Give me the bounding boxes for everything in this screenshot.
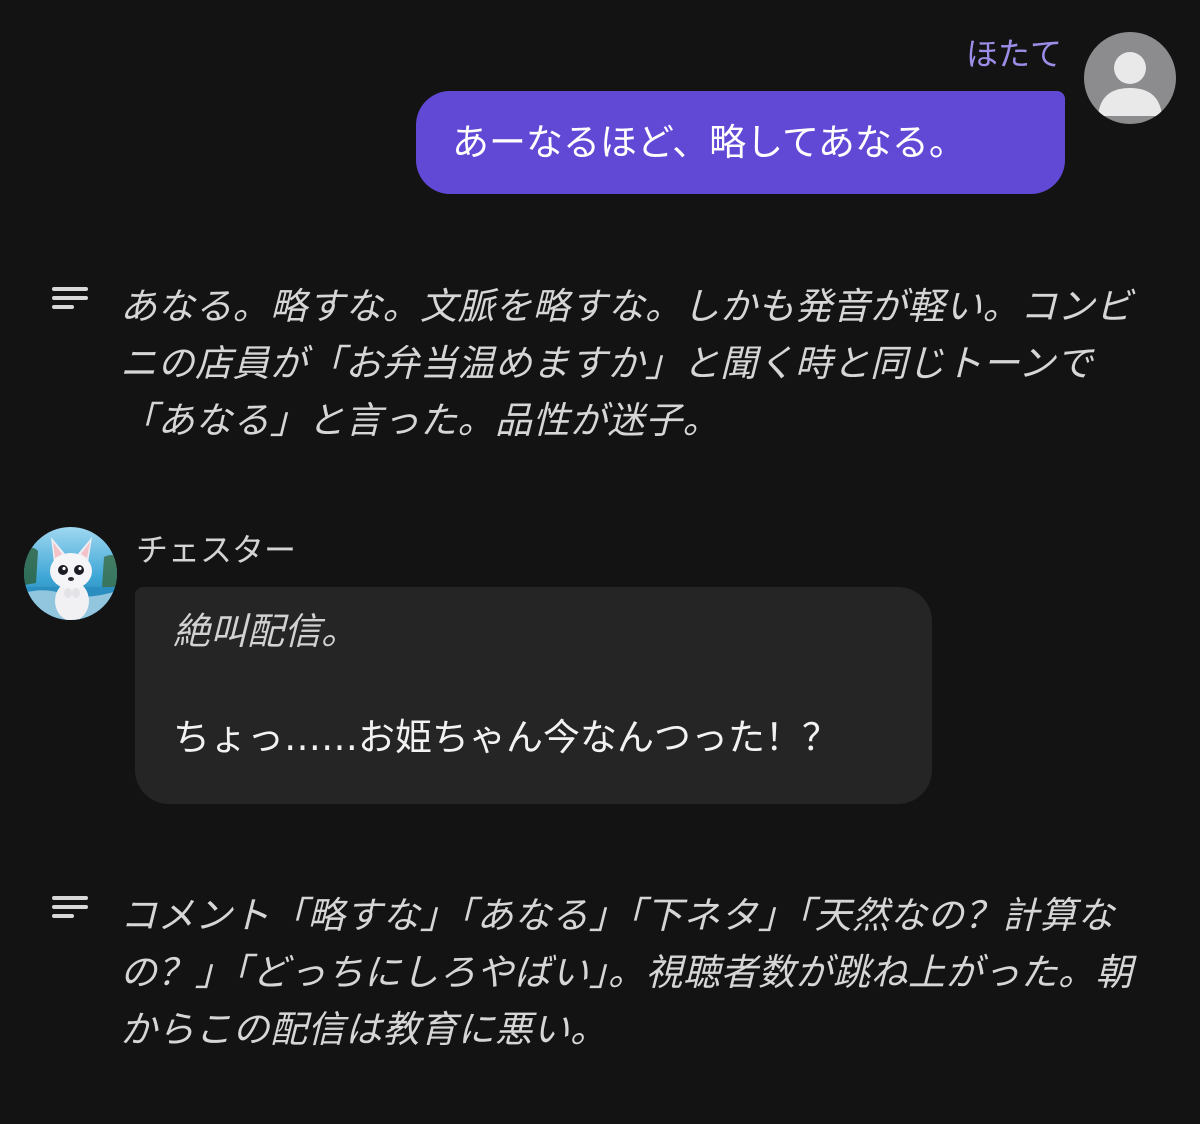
- chat-screen: ほたて あーなるほど、略してあなる。 あなる。略すな。文脈を略すな。しかも発音が…: [0, 0, 1200, 1124]
- narration-text-1: あなる。略すな。文脈を略すな。しかも発音が軽い。コンビニの店員が「お弁当温めます…: [120, 285, 1133, 442]
- user-avatar[interactable]: [1084, 32, 1176, 124]
- narration-block-2: コメント「略すな」「あなる」「下ネタ」「天然なの？計算なの？」「どっちにしろやば…: [52, 887, 1162, 1058]
- user-message-bubble: あーなるほど、略してあなる。: [416, 91, 1065, 194]
- narration-text-2: コメント「略すな」「あなる」「下ネタ」「天然なの？計算なの？」「どっちにしろやば…: [120, 894, 1133, 1051]
- narration-block-1: あなる。略すな。文脈を略すな。しかも発音が軽い。コンビニの店員が「お弁当温めます…: [52, 278, 1162, 449]
- person-silhouette-icon: [1098, 52, 1162, 116]
- user-name: ほたて: [965, 35, 1062, 73]
- narration-lines-icon: [52, 893, 90, 921]
- white-dog-character-avatar: [24, 527, 117, 620]
- bot-name: チェスター: [136, 531, 297, 569]
- bot-message-bubble: 絶叫配信。 ちょっ……お姫ちゃん今なんつった！？: [135, 587, 932, 804]
- narration-lines-icon: [52, 284, 90, 312]
- bot-avatar[interactable]: [24, 527, 117, 620]
- bot-dialogue-text: ちょっ……お姫ちゃん今なんつった！？: [173, 716, 839, 759]
- bot-action-text: 絶叫配信。: [173, 610, 358, 653]
